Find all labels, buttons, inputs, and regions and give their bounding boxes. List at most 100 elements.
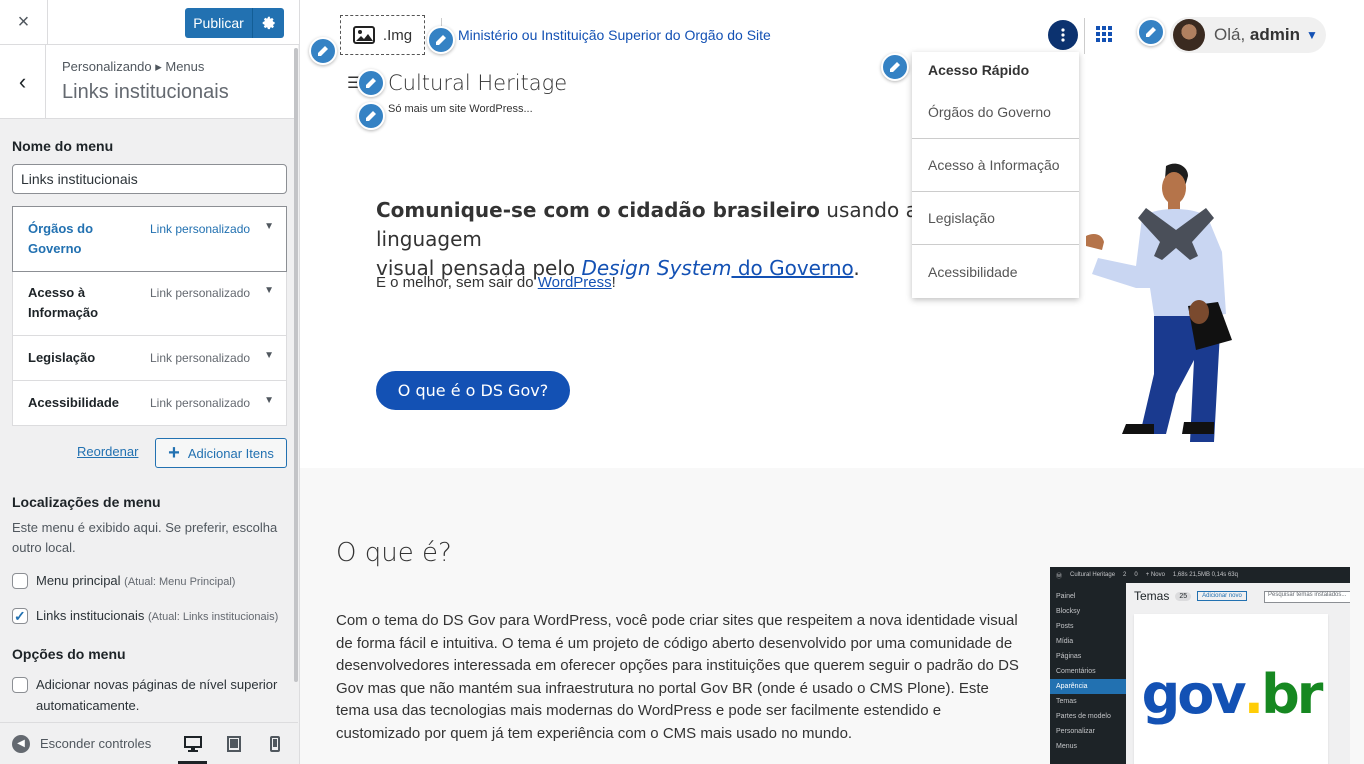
govbr-logo-part: . xyxy=(1243,662,1264,726)
hero-paragraph: E o melhor, sem sair do WordPress! xyxy=(376,274,616,291)
about-text: Com o tema do DS Gov para WordPress, voc… xyxy=(336,612,1019,742)
add-items-button[interactable]: + Adicionar Itens xyxy=(155,438,287,468)
username: admin xyxy=(1249,25,1300,44)
triangle-down-icon[interactable]: ▼ xyxy=(264,350,274,361)
edit-shortcut-pencil-icon[interactable] xyxy=(357,69,385,97)
logo-text: .Img xyxy=(382,26,413,44)
wordpress-link[interactable]: WordPress xyxy=(538,274,612,291)
govbr-logo-part: br xyxy=(1261,662,1323,726)
triangle-down-icon[interactable]: ▼ xyxy=(264,285,274,296)
menu-item-title: Órgãos do Governo xyxy=(28,221,94,256)
auto-add-option[interactable]: Adicionar novas páginas de nível superio… xyxy=(12,674,287,716)
quick-access-item[interactable]: Acesso à Informação xyxy=(912,139,1079,192)
hero-paragraph-text: E o melhor, sem sair do xyxy=(376,274,538,291)
caret-down-icon: ▼ xyxy=(1305,28,1318,42)
location-current: (Atual: Menu Principal) xyxy=(124,576,236,588)
admin-bar-item: 0 xyxy=(1134,572,1138,578)
mobile-preview-button[interactable] xyxy=(254,723,295,764)
quick-access-dropdown: Acesso Rápido Órgãos do Governo Acesso à… xyxy=(912,52,1079,298)
hero-paragraph-end: ! xyxy=(611,274,616,291)
person-illustration xyxy=(1086,163,1232,442)
governo-link[interactable]: do Governo xyxy=(731,256,854,280)
section-header: ‹ Personalizando ▸ Menus Links instituci… xyxy=(0,45,298,119)
add-new-theme: Adicionar novo xyxy=(1197,591,1247,601)
menu-item[interactable]: Legislação Link personalizado ▼ xyxy=(13,336,286,381)
edit-shortcut-pencil-icon[interactable] xyxy=(427,26,455,54)
institution-link[interactable]: Ministério ou Instituição Superior do Or… xyxy=(458,27,771,43)
themes-screenshot: Ⓦ Cultural Heritage 2 0 + Novo 1,68s 21,… xyxy=(1050,567,1350,764)
sidebar-scrollbar[interactable] xyxy=(294,48,298,682)
tablet-icon xyxy=(226,735,241,752)
add-items-label: Adicionar Itens xyxy=(187,445,274,461)
location-checkbox[interactable] xyxy=(12,606,28,627)
menu-locations-desc: Este menu é exibido aqui. Se preferir, e… xyxy=(12,520,278,555)
themes-main: Temas 25 Adicionar novo Pesquisar temas … xyxy=(1134,589,1350,764)
admin-menu-item: Blocksy xyxy=(1056,608,1081,615)
triangle-down-icon[interactable]: ▼ xyxy=(264,221,274,232)
quick-access-heading: Acesso Rápido xyxy=(928,62,1030,78)
admin-menu-item: Páginas xyxy=(1056,653,1082,660)
menu-name-input[interactable] xyxy=(12,164,287,194)
desktop-icon xyxy=(183,735,202,752)
quick-access-button[interactable] xyxy=(1048,20,1078,50)
user-menu[interactable]: Olá, admin ▼ xyxy=(1170,17,1326,53)
hide-controls-label: Esconder controles xyxy=(40,736,152,751)
site-title[interactable]: Cultural Heritage xyxy=(388,71,567,95)
menu-items-list: Órgãos do Governo Link personalizado ▼ A… xyxy=(12,206,287,426)
quick-access-item[interactable]: Órgãos do Governo xyxy=(912,86,1079,139)
govbr-logo: gov. br xyxy=(1134,614,1328,764)
hero-heading-bold: Comunique-se com o cidadão brasileiro xyxy=(376,198,820,222)
themes-title: Temas xyxy=(1134,589,1170,603)
site-tagline: Só mais um site WordPress... xyxy=(388,103,533,115)
edit-shortcut-pencil-icon[interactable] xyxy=(881,53,909,81)
about-section: O que é? Com o tema do DS Gov para WordP… xyxy=(300,468,1364,764)
menu-item[interactable]: Órgãos do Governo Link personalizado ▼ xyxy=(12,206,287,272)
admin-bar: Ⓦ Cultural Heritage 2 0 + Novo 1,68s 21,… xyxy=(1050,567,1350,583)
admin-menu-item: Mídia xyxy=(1056,638,1074,645)
edit-shortcut-pencil-icon[interactable] xyxy=(357,102,385,130)
admin-menu-subitem: Temas xyxy=(1056,698,1077,705)
hide-controls-button[interactable]: ◀ Esconder controles xyxy=(12,734,172,753)
tablet-preview-button[interactable] xyxy=(213,723,254,764)
publish-button[interactable]: Publicar xyxy=(185,8,284,38)
panel-title: Links institucionais xyxy=(62,81,229,103)
admin-bar-item: + Novo xyxy=(1145,572,1165,578)
admin-bar-item: 2 xyxy=(1123,572,1127,578)
quick-access-item[interactable]: Acessibilidade xyxy=(912,245,1079,298)
location-checkbox[interactable] xyxy=(12,573,28,589)
edit-shortcut-pencil-icon[interactable] xyxy=(309,37,337,65)
triangle-down-icon[interactable]: ▼ xyxy=(264,395,274,406)
more-vertical-icon xyxy=(1061,28,1065,42)
location-option[interactable]: Links institucionais (Atual: Links insti… xyxy=(12,605,287,628)
menu-item-type: Link personalizado xyxy=(150,396,251,410)
location-option[interactable]: Menu principal (Atual: Menu Principal) xyxy=(12,570,287,593)
menu-item[interactable]: Acesso à Informação Link personalizado ▼ xyxy=(13,271,286,336)
close-icon: × xyxy=(17,11,30,33)
customizer-footer: ◀ Esconder controles xyxy=(0,722,298,764)
menu-item-type: Link personalizado xyxy=(150,222,251,236)
location-label: Links institucionais xyxy=(36,608,145,623)
gear-icon[interactable] xyxy=(253,16,284,30)
wordpress-icon: Ⓦ xyxy=(1056,573,1063,580)
admin-menu-item-current: Aparência xyxy=(1050,679,1126,694)
breadcrumb: Personalizando ▸ Menus xyxy=(62,59,205,74)
menu-item-title: Acessibilidade xyxy=(28,395,120,410)
edit-shortcut-pencil-icon[interactable] xyxy=(1137,18,1165,46)
location-label: Menu principal xyxy=(36,573,121,588)
auto-add-checkbox[interactable] xyxy=(12,677,28,693)
what-is-dsgov-button[interactable]: O que é o DS Gov? xyxy=(376,371,570,410)
close-customizer-button[interactable]: × xyxy=(0,0,48,45)
admin-menu-item: Comentários xyxy=(1056,668,1096,675)
admin-menu-subitem: Menus xyxy=(1056,743,1078,750)
back-button[interactable]: ‹ xyxy=(0,45,46,118)
desktop-preview-button[interactable] xyxy=(172,723,213,764)
apps-grid-icon[interactable] xyxy=(1096,26,1112,47)
site-header: .Img Ministério ou Instituição Superior … xyxy=(300,0,1364,298)
site-preview: .Img Ministério ou Instituição Superior … xyxy=(300,0,1364,764)
quick-access-item[interactable]: Legislação xyxy=(912,192,1079,245)
reorder-link[interactable]: Reordenar xyxy=(77,444,138,459)
site-logo[interactable]: .Img xyxy=(340,15,425,55)
arrow-left-icon: ◀ xyxy=(12,734,30,753)
customizer-topbar: × Publicar xyxy=(0,0,299,45)
menu-item[interactable]: Acessibilidade Link personalizado ▼ xyxy=(13,381,286,425)
